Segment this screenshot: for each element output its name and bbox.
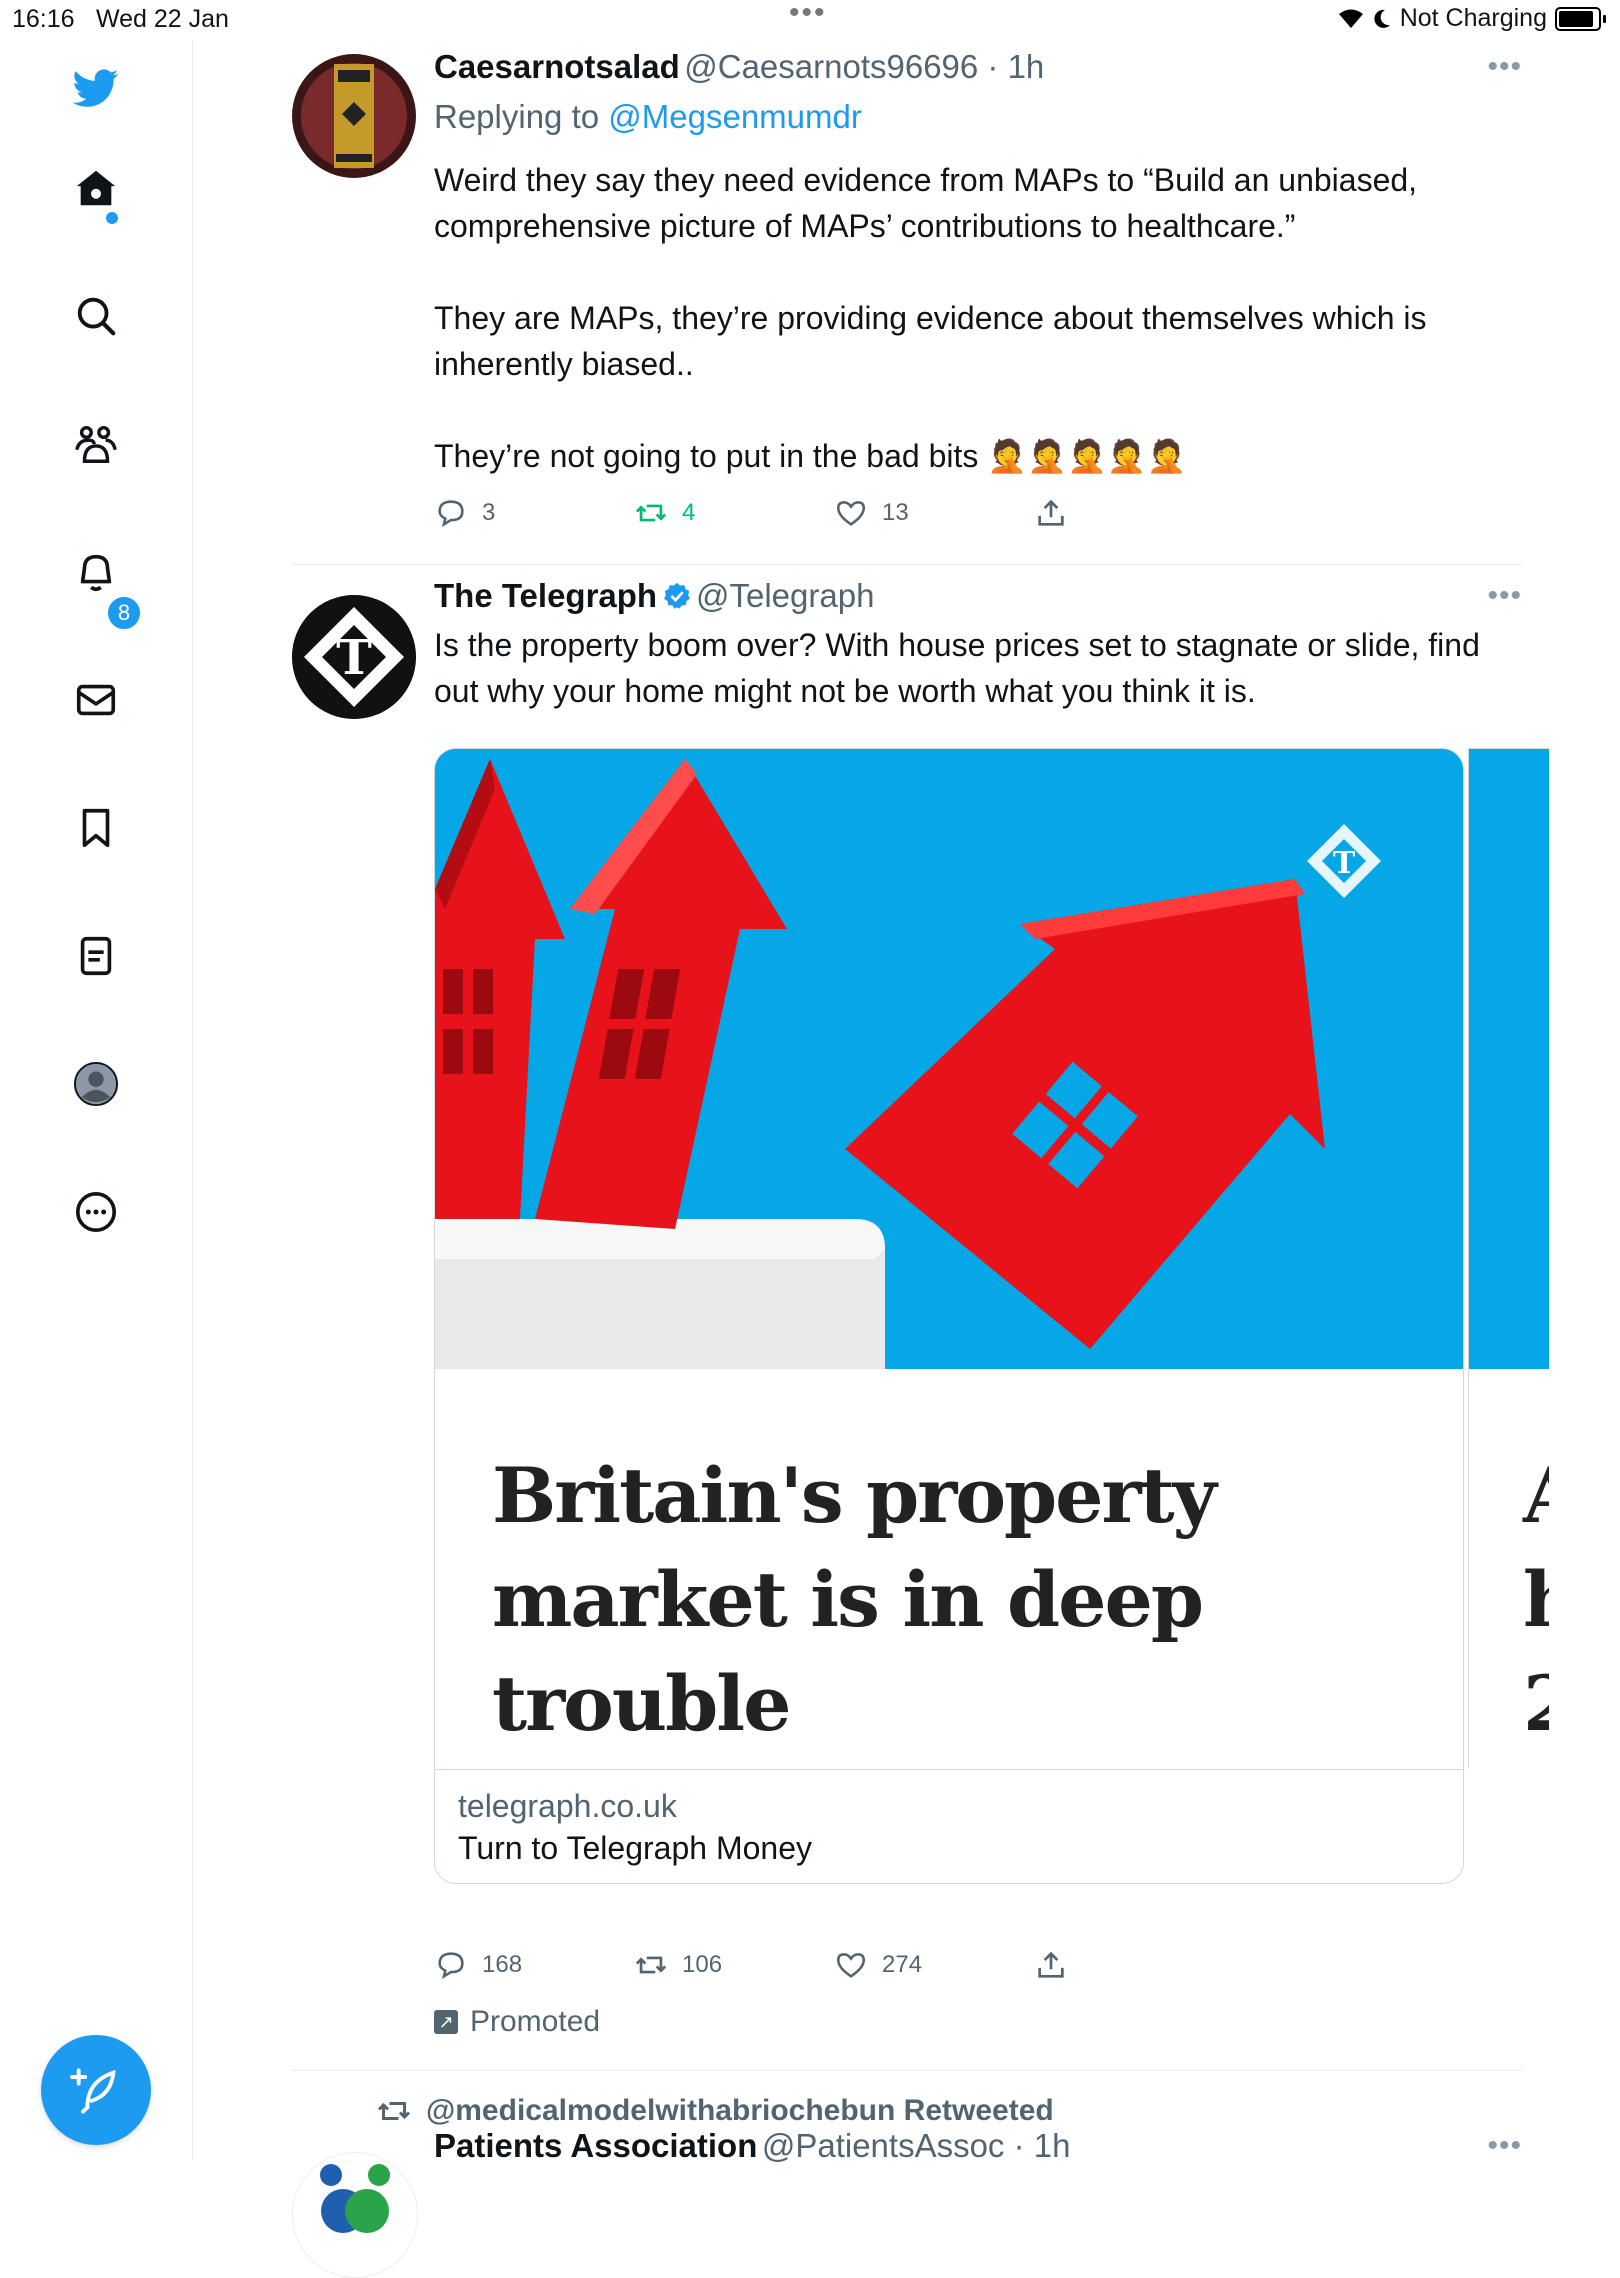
status-right: Not Charging — [1338, 4, 1606, 33]
retweet-icon — [635, 1956, 667, 1974]
card-headline: Britain's property market is in deep tro… — [492, 1451, 1217, 1748]
link-card[interactable]: T Britain's property market is in deep t… — [434, 748, 1464, 1884]
twitter-logo-icon[interactable] — [70, 62, 122, 114]
replying-prefix: Replying to — [434, 98, 609, 135]
search-icon[interactable] — [70, 290, 122, 342]
tweet-caesarnotsalad[interactable]: Caesarnotsalad @Caesarnots96696 · 1h •••… — [292, 40, 1522, 564]
verified-badge-icon — [663, 582, 690, 609]
share-icon — [1038, 499, 1064, 526]
status-date: Wed 22 Jan — [96, 5, 229, 33]
heart-icon — [836, 1953, 866, 1978]
retweeted-by: @medicalmodelwithabriochebun Retweeted — [376, 2093, 1054, 2129]
next-card-text: Ah2 — [1523, 1444, 1549, 1756]
sidebar: 8 — [0, 40, 193, 2160]
tweet-paragraph-1: Weird they say they need evidence from M… — [434, 162, 1418, 244]
compose-feather-icon — [70, 2068, 116, 2114]
wifi-icon — [1338, 9, 1363, 28]
card-domain: telegraph.co.uk — [458, 1788, 677, 1824]
reply-icon — [438, 500, 464, 528]
author-name[interactable]: Caesarnotsalad — [434, 48, 680, 85]
moon-icon — [1374, 9, 1390, 28]
tweet-actions: 3 4 13 — [434, 496, 1134, 536]
tweet-paragraph-3: They’re not going to put in the bad bits… — [434, 438, 1187, 474]
tweet-actions: 168 106 274 — [434, 1948, 1134, 1988]
author-handle[interactable]: @Telegraph — [696, 577, 874, 614]
bookmarks-icon[interactable] — [70, 802, 122, 854]
notifications-icon[interactable] — [70, 546, 122, 598]
card-subtitle: Turn to Telegraph Money — [458, 1830, 812, 1866]
like-count: 274 — [882, 1951, 923, 1978]
tweet-paragraph-2: They are MAPs, they’re providing evidenc… — [434, 300, 1427, 382]
author-name[interactable]: The Telegraph — [434, 577, 657, 614]
profile-avatar-icon[interactable] — [70, 1058, 122, 1110]
lists-icon[interactable] — [70, 930, 122, 982]
home-new-dot — [106, 212, 118, 224]
next-card-image — [1469, 749, 1549, 1369]
avatar[interactable] — [292, 54, 416, 178]
like-button[interactable]: 274 — [834, 1948, 922, 1982]
retweet-count: 106 — [682, 1951, 723, 1978]
svg-text:T: T — [336, 630, 372, 686]
retweet-icon — [377, 2102, 411, 2120]
reply-icon — [438, 1952, 464, 1980]
tweet-more-icon[interactable]: ••• — [1487, 579, 1522, 613]
reply-count: 168 — [482, 1951, 523, 1978]
heart-icon — [836, 501, 866, 526]
home-icon[interactable] — [70, 162, 122, 214]
promoted-label: ↗ Promoted — [434, 2005, 600, 2039]
replying-to-link[interactable]: @Megsenmumdr — [608, 98, 862, 135]
communities-icon[interactable] — [70, 418, 122, 470]
tweet-header: The Telegraph @Telegraph — [434, 577, 874, 615]
facepalm-emoji: 🤦🤦🤦🤦🤦 — [987, 438, 1187, 474]
replying-to: Replying to @Megsenmumdr — [434, 98, 862, 136]
card-image[interactable]: T — [435, 749, 1463, 1369]
share-icon — [1038, 1951, 1064, 1978]
author-handle[interactable]: @PatientsAssoc · 1h — [762, 2127, 1071, 2164]
tweet-text: Is the property boom over? With house pr… — [434, 627, 1480, 709]
reply-button[interactable]: 3 — [434, 496, 495, 530]
more-options-icon[interactable] — [70, 1186, 122, 1238]
tweet-patients-association[interactable]: @medicalmodelwithabriochebun Retweeted P… — [292, 2071, 1522, 2278]
battery-status-text: Not Charging — [1399, 4, 1547, 32]
status-bar: 16:16 Wed 22 Jan ••• Not Charging — [0, 0, 1620, 40]
author-name[interactable]: Patients Association — [434, 2127, 757, 2164]
telegraph-avatar[interactable]: T — [292, 595, 416, 719]
tweet-more-icon[interactable]: ••• — [1487, 50, 1522, 84]
tweet-text: Weird they say they need evidence from M… — [434, 157, 1504, 479]
next-carousel-card[interactable]: Ah2 — [1468, 748, 1549, 1769]
notifications-badge: 8 — [106, 595, 142, 631]
reply-button[interactable]: 168 — [434, 1948, 522, 1982]
card-footer[interactable]: telegraph.co.uk Turn to Telegraph Money — [435, 1769, 1463, 1883]
tweet-header: Patients Association @PatientsAssoc · 1h — [434, 2127, 1070, 2165]
svg-text:T: T — [1333, 846, 1356, 881]
promoted-icon: ↗ — [434, 2010, 458, 2034]
author-handle[interactable]: @Caesarnots96696 · 1h — [684, 48, 1044, 85]
share-button[interactable] — [1034, 496, 1068, 530]
avatar[interactable] — [292, 2152, 418, 2278]
compose-tweet-button[interactable] — [41, 2035, 151, 2145]
like-button[interactable]: 13 — [834, 496, 909, 530]
share-button[interactable] — [1034, 1948, 1068, 1982]
multitasking-dots-icon[interactable]: ••• — [789, 0, 827, 30]
like-count: 13 — [882, 499, 909, 526]
status-time: 16:16 — [12, 5, 75, 33]
tweet-telegraph[interactable]: T The Telegraph @Telegraph ••• Is the pr… — [292, 565, 1549, 2065]
retweet-icon — [635, 504, 667, 522]
tweet-header: Caesarnotsalad @Caesarnots96696 · 1h — [434, 48, 1044, 86]
messages-icon[interactable] — [70, 674, 122, 726]
tweet-more-icon[interactable]: ••• — [1487, 2129, 1522, 2163]
battery-tip — [1603, 14, 1606, 23]
battery-icon — [1555, 6, 1601, 31]
retweet-button[interactable]: 4 — [634, 496, 695, 530]
retweet-count: 4 — [682, 499, 696, 526]
reply-count: 3 — [482, 499, 496, 526]
retweet-button[interactable]: 106 — [634, 1948, 722, 1982]
